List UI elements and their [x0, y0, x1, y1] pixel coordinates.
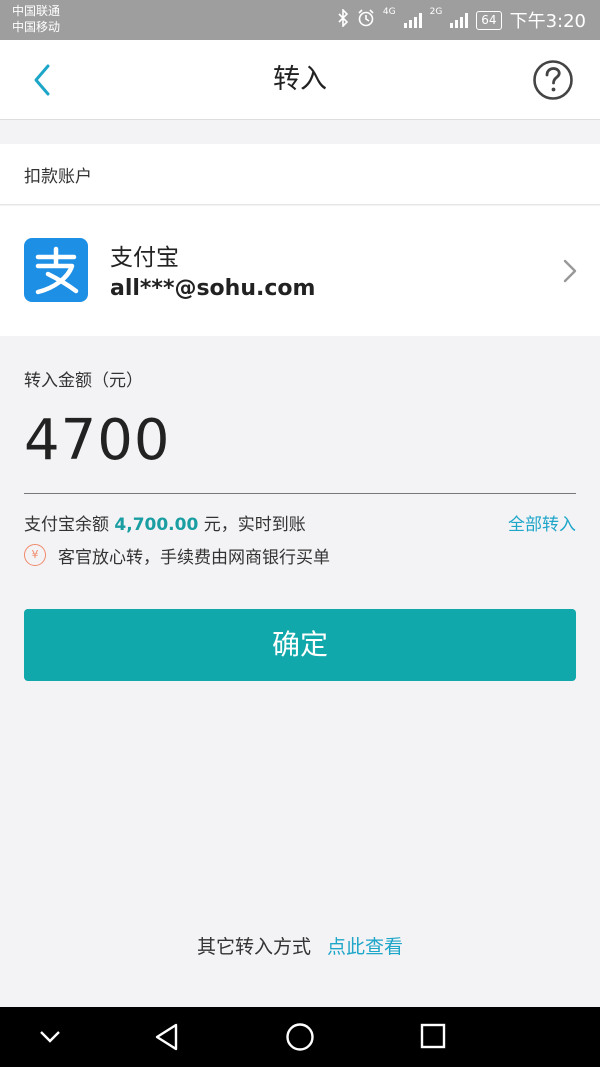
- battery-icon: 64: [476, 10, 502, 30]
- yuan-icon: ¥: [24, 544, 46, 566]
- balance-prefix: 支付宝余额: [24, 515, 109, 535]
- account-name: 支付宝: [110, 245, 179, 271]
- account-section-label: 扣款账户: [24, 167, 92, 187]
- carrier-1: 中国联通: [12, 4, 61, 18]
- carrier-2: 中国移动: [12, 20, 61, 34]
- amount-underline: [24, 493, 576, 494]
- account-section-header: 扣款账户: [0, 144, 600, 205]
- recents-square-icon[interactable]: [419, 1022, 447, 1050]
- clock: 下午3:20: [509, 11, 586, 32]
- chevron-left-icon: [34, 64, 50, 96]
- confirm-button[interactable]: 确定: [24, 609, 576, 681]
- balance-info: 支付宝余额 4,700.00 元，实时到账: [24, 510, 306, 535]
- other-methods: 其它转入方式 点此查看: [0, 932, 600, 959]
- chevron-down-icon[interactable]: [38, 1027, 62, 1047]
- account-email: all***@sohu.com: [110, 276, 316, 301]
- other-methods-label: 其它转入方式: [196, 936, 311, 958]
- chevron-right-icon: [563, 259, 577, 283]
- network-type-1: 4G: [382, 7, 396, 17]
- home-circle-icon[interactable]: [285, 1022, 315, 1052]
- amount-label: 转入金额（元）: [24, 371, 143, 391]
- fee-notice: 客官放心转，手续费由网商银行买单: [58, 548, 330, 568]
- signal-icon-2: [450, 12, 469, 28]
- system-nav-bar: [0, 1007, 600, 1067]
- amount-input[interactable]: 4700: [24, 408, 171, 473]
- back-button[interactable]: [26, 60, 66, 100]
- question-icon: [533, 60, 573, 100]
- signal-icon-1: [403, 12, 422, 28]
- transfer-all-link[interactable]: 全部转入: [508, 510, 576, 535]
- balance-amount: 4,700.00: [114, 515, 199, 535]
- alarm-icon: [357, 9, 375, 31]
- help-button[interactable]: [532, 59, 574, 101]
- alipay-logo-icon: [24, 238, 88, 302]
- balance-suffix: 元，实时到账: [203, 515, 306, 535]
- page-title: 转入: [273, 64, 327, 95]
- bluetooth-icon: [337, 8, 349, 31]
- account-selector[interactable]: 支付宝 all***@sohu.com: [0, 206, 600, 336]
- back-triangle-icon[interactable]: [152, 1022, 182, 1052]
- status-bar: 中国联通 中国移动 4G 2G 64 下午3:20: [0, 0, 600, 40]
- nav-bar: 转入: [0, 40, 600, 120]
- view-other-methods-link[interactable]: 点此查看: [327, 936, 403, 958]
- status-icons: 4G 2G 64 下午3:20: [337, 7, 586, 33]
- carrier-info: 中国联通 中国移动: [12, 3, 60, 35]
- network-type-2: 2G: [429, 7, 443, 17]
